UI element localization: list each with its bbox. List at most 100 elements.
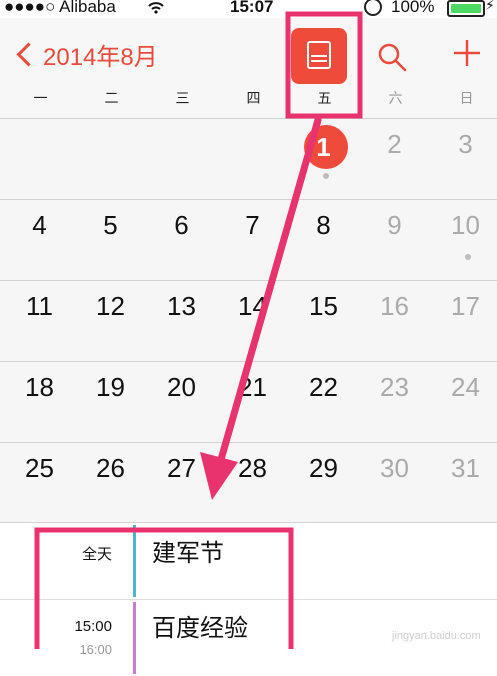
calendar-day-cell[interactable]: 30: [359, 443, 430, 524]
status-bar: ●●●●○ Alibaba 15:07 100% ⚡: [0, 0, 497, 18]
day-number: 23: [380, 372, 409, 402]
event-color-bar: [133, 525, 136, 597]
event-row[interactable]: 全天 建军节: [0, 523, 497, 599]
event-end-time: 16:00: [79, 642, 112, 657]
day-number: 15: [309, 291, 338, 321]
calendar-week-row: 25 26 27 28 29 30 31: [0, 442, 497, 523]
day-number: 27: [167, 453, 196, 483]
day-number: 17: [451, 291, 480, 321]
calendar-day-cell[interactable]: 8: [288, 200, 359, 281]
weekday-label: 二: [104, 90, 119, 106]
calendar-day-cell[interactable]: 21: [217, 362, 288, 443]
day-number: 2: [387, 129, 402, 159]
day-number: 20: [167, 372, 196, 402]
day-number: 5: [103, 210, 118, 240]
battery-icon: [447, 0, 485, 17]
month-label: 2014年8月: [43, 44, 158, 71]
day-number: 16: [380, 291, 409, 321]
calendar-day-cell[interactable]: 19: [75, 362, 146, 443]
charging-icon: ⚡: [485, 0, 495, 13]
day-number: 4: [32, 210, 47, 240]
day-number: 1: [316, 132, 331, 162]
chevron-left-icon: [16, 42, 41, 67]
list-view-button[interactable]: [291, 28, 347, 84]
weekday-label: 四: [246, 90, 261, 106]
day-number: 18: [25, 372, 54, 402]
calendar-day-cell[interactable]: 9: [359, 200, 430, 281]
day-number: 26: [96, 453, 125, 483]
day-number: 11: [26, 291, 53, 321]
calendar-day-cell[interactable]: 28: [217, 443, 288, 524]
carrier-label: ●●●●○ Alibaba: [4, 0, 116, 16]
weekday-label: 六: [388, 90, 403, 106]
day-number: 8: [316, 210, 331, 240]
calendar-day-cell[interactable]: 13: [146, 281, 217, 362]
day-number: 10: [451, 210, 480, 240]
calendar-day-cell[interactable]: 10: [430, 200, 497, 281]
weekday-label: 日: [459, 90, 474, 106]
day-number: 21: [238, 372, 267, 402]
add-icon[interactable]: [452, 38, 482, 68]
weekday-header: 一 二 三 四 五 六 日: [0, 88, 497, 112]
watermark: jingyan.baidu.com: [392, 630, 481, 642]
calendar-empty-cell: [4, 119, 75, 200]
list-view-icon: [307, 41, 331, 69]
event-color-bar: [133, 602, 136, 674]
day-number: 6: [174, 210, 189, 240]
day-number: 12: [96, 291, 125, 321]
day-number: 7: [245, 210, 260, 240]
calendar-day-cell[interactable]: 24: [430, 362, 497, 443]
event-title: 百度经验: [152, 615, 248, 642]
day-number: 28: [238, 453, 267, 483]
calendar-empty-cell: [75, 119, 146, 200]
calendar-day-cell[interactable]: 16: [359, 281, 430, 362]
calendar-day-cell[interactable]: 1: [288, 119, 359, 200]
calendar-day-cell[interactable]: 14: [217, 281, 288, 362]
calendar-day-cell[interactable]: 23: [359, 362, 430, 443]
calendar-day-cell[interactable]: 17: [430, 281, 497, 362]
calendar-week-row: 18 19 20 21 22 23 24: [0, 361, 497, 442]
event-time: 全天: [81, 546, 112, 563]
calendar-day-cell[interactable]: 6: [146, 200, 217, 281]
day-number: 3: [458, 129, 473, 159]
calendar-day-cell[interactable]: 2: [359, 119, 430, 200]
calendar-day-cell[interactable]: 20: [146, 362, 217, 443]
day-number: 22: [309, 372, 338, 402]
calendar-day-cell[interactable]: 4: [4, 200, 75, 281]
calendar-week-row: 11 12 13 14 15 16 17: [0, 280, 497, 361]
back-button[interactable]: 2014年8月: [14, 37, 158, 72]
weekday-label: 三: [175, 90, 190, 106]
search-icon[interactable]: [377, 42, 407, 72]
day-number: 31: [451, 453, 480, 483]
calendar-day-cell[interactable]: 25: [4, 443, 75, 524]
calendar-week-row: 4 5 6 7 8 9 10: [0, 199, 497, 280]
calendar-day-cell[interactable]: 22: [288, 362, 359, 443]
day-number: 25: [25, 453, 54, 483]
day-number: 30: [380, 453, 409, 483]
calendar-day-cell[interactable]: 27: [146, 443, 217, 524]
event-time: 15:00: [74, 618, 112, 635]
calendar-day-cell[interactable]: 7: [217, 200, 288, 281]
day-number: 9: [387, 210, 402, 240]
calendar-day-cell[interactable]: 15: [288, 281, 359, 362]
calendar-day-cell[interactable]: 29: [288, 443, 359, 524]
day-number: 13: [167, 291, 196, 321]
calendar-empty-cell: [217, 119, 288, 200]
calendar-week-row: 1 2 3: [0, 118, 497, 199]
month-grid: 1 2 3 4 5 6 7 8 9 10 11 12 13 14 15 16 17 18 19 20 21 22 23 24 2…: [0, 118, 497, 522]
day-number: 19: [96, 372, 125, 402]
event-indicator-dot: [465, 254, 471, 260]
calendar-empty-cell: [146, 119, 217, 200]
calendar-day-cell[interactable]: 18: [4, 362, 75, 443]
clock: 15:07: [230, 0, 274, 16]
calendar-day-cell[interactable]: 5: [75, 200, 146, 281]
rotation-lock-icon: [364, 0, 382, 16]
day-number: 14: [238, 291, 267, 321]
calendar-day-cell[interactable]: 3: [430, 119, 497, 200]
calendar-day-cell[interactable]: 12: [75, 281, 146, 362]
event-title: 建军节: [152, 540, 224, 567]
calendar-day-cell[interactable]: 31: [430, 443, 497, 524]
calendar-day-cell[interactable]: 26: [75, 443, 146, 524]
calendar-day-cell[interactable]: 11: [4, 281, 75, 362]
wifi-icon: [148, 1, 164, 19]
